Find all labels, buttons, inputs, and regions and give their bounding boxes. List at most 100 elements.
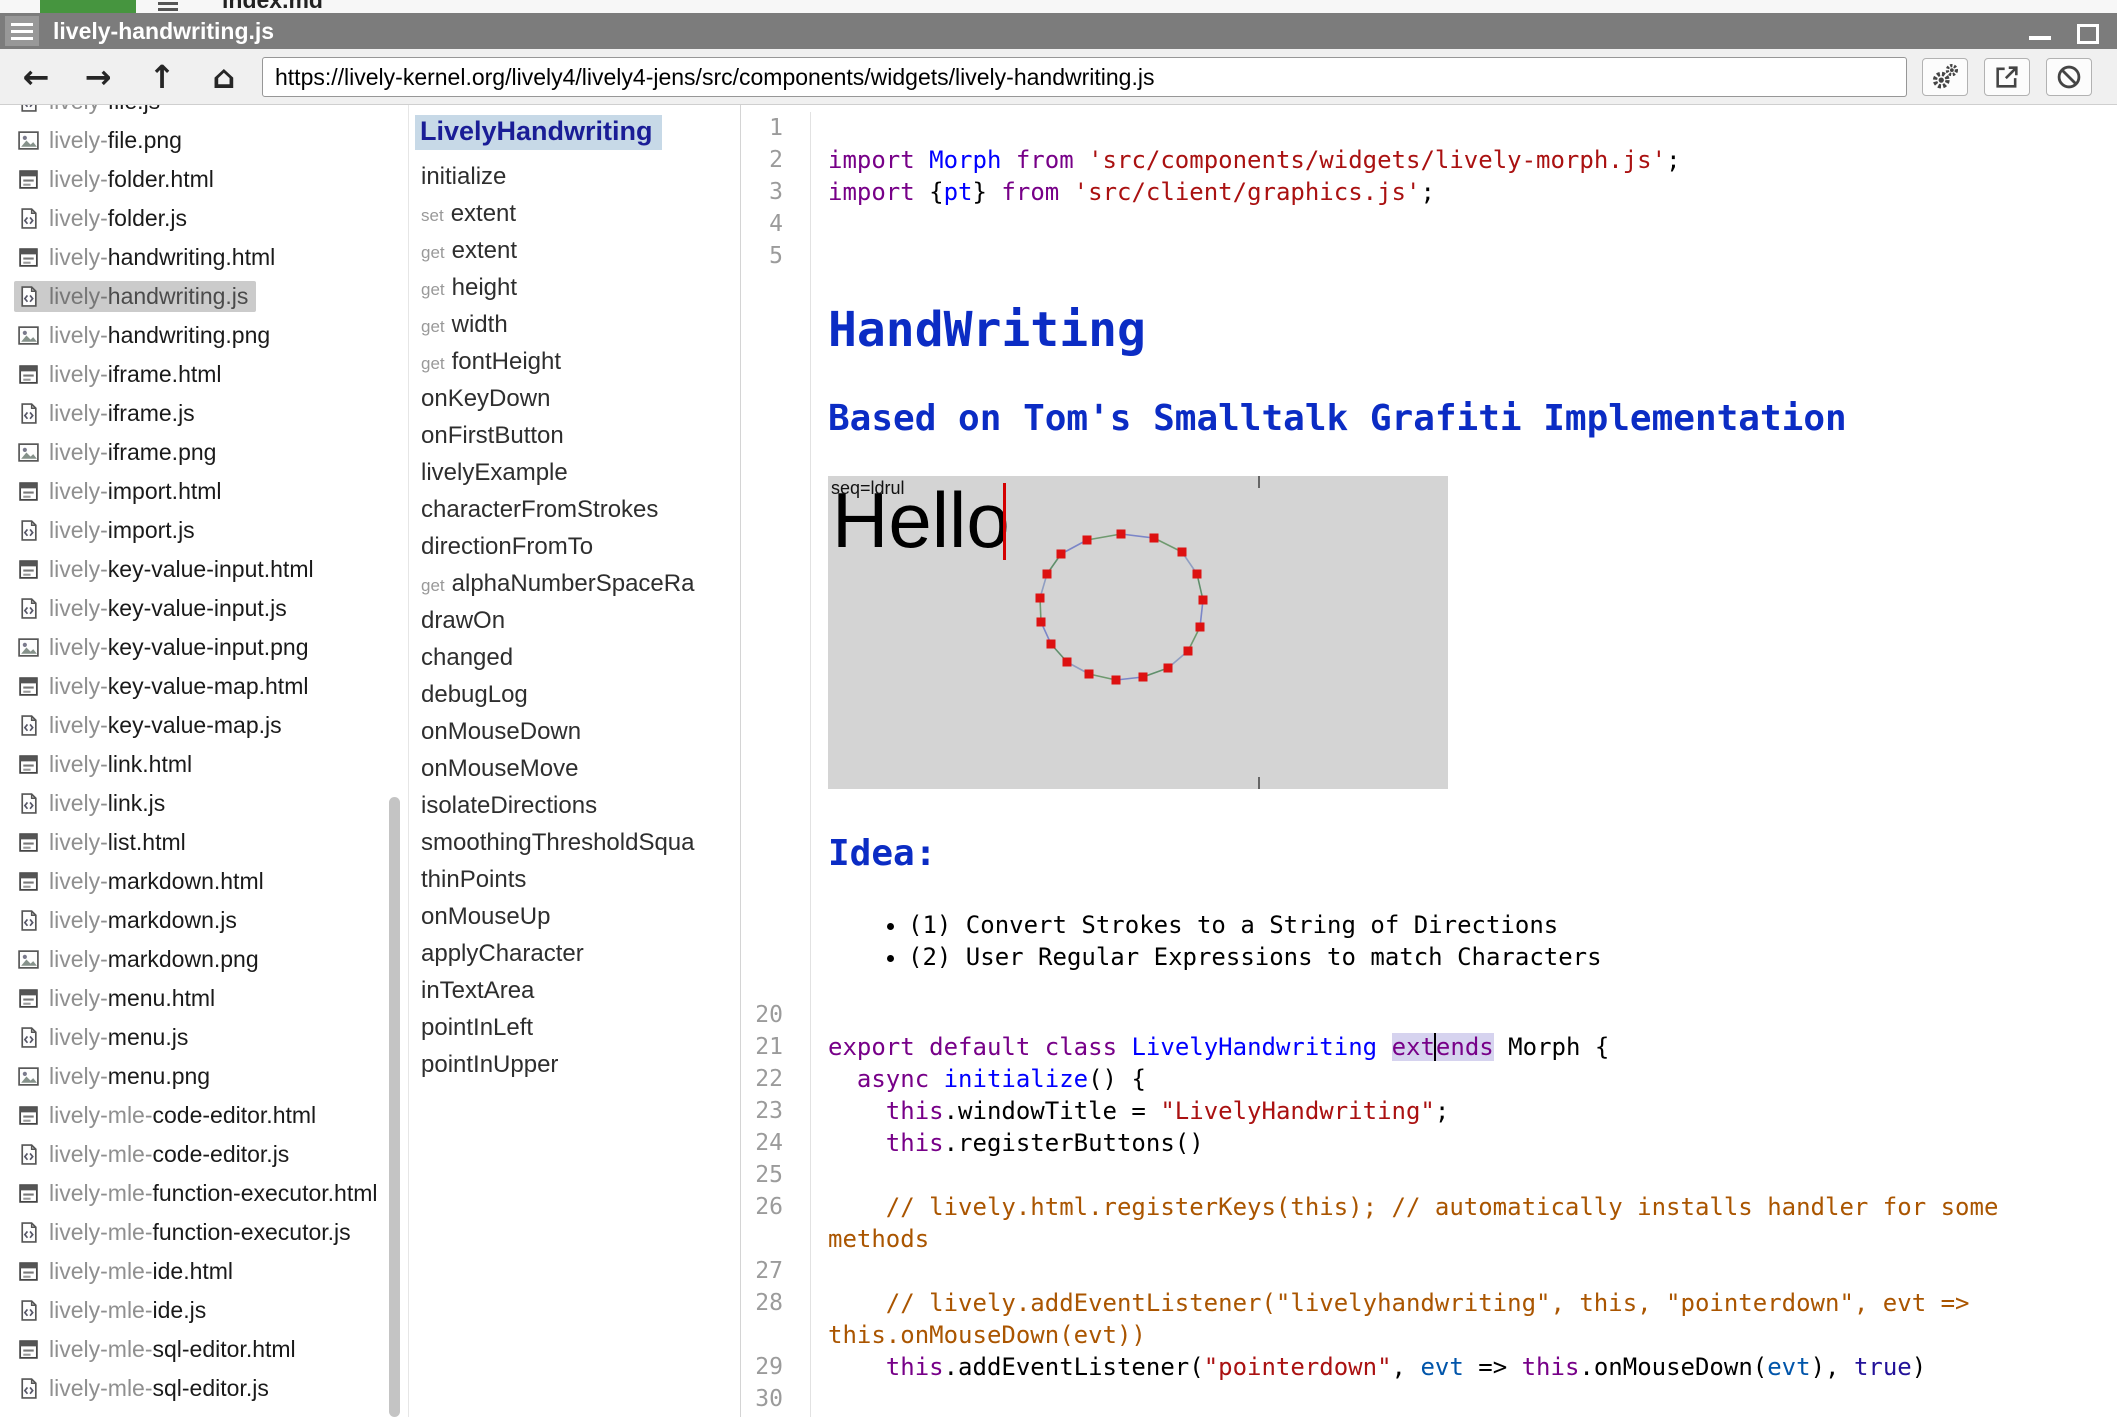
file-list-item[interactable]: lively-link.js (0, 784, 408, 823)
code-line[interactable]: import {pt} from 'src/client/graphics.js… (811, 176, 2070, 208)
code-line[interactable] (811, 1159, 2070, 1191)
settings-button[interactable] (1922, 58, 1968, 96)
outline-method-item[interactable]: thinPoints (409, 861, 740, 898)
file-type-icon (17, 1143, 40, 1166)
outline-method-item[interactable]: onMouseDown (409, 713, 740, 750)
file-name: lively-file.js (49, 105, 160, 115)
file-list-item[interactable]: lively-markdown.js (0, 901, 408, 940)
outline-method-item[interactable]: pointInUpper (409, 1046, 740, 1083)
url-input[interactable] (262, 57, 1907, 97)
file-list-item[interactable]: lively-mle-sql-editor.js (0, 1369, 408, 1408)
file-list-item[interactable]: lively-list.html (0, 823, 408, 862)
maximize-button[interactable] (2075, 18, 2101, 44)
file-list-item[interactable]: lively-menu.js (0, 1018, 408, 1057)
js-file-icon (17, 285, 40, 308)
code-line[interactable]: // lively.addEventListener("livelyhandwr… (811, 1287, 2070, 1351)
file-list-item[interactable]: lively-folder.html (0, 160, 408, 199)
method-name: drawOn (421, 607, 505, 634)
file-list-item[interactable]: lively-import.html (0, 472, 408, 511)
file-list-item[interactable]: lively-handwriting.png (0, 316, 408, 355)
outline-method-item[interactable]: livelyExample (409, 454, 740, 491)
file-list-item[interactable]: lively-handwriting.html (0, 238, 408, 277)
code-line[interactable] (811, 999, 2070, 1031)
outline-method-item[interactable]: characterFromStrokes (409, 491, 740, 528)
file-list-item[interactable]: lively-markdown.png (0, 940, 408, 979)
code-line[interactable]: export default class LivelyHandwriting e… (811, 1031, 2070, 1063)
open-external-button[interactable] (1984, 58, 2030, 96)
outline-method-item[interactable]: debugLog (409, 676, 740, 713)
code-line[interactable]: // lively.html.registerKeys(this); // au… (811, 1191, 2070, 1255)
code-line[interactable]: this.registerButtons() (811, 1127, 2070, 1159)
file-list-item[interactable]: lively-menu.png (0, 1057, 408, 1096)
outline-method-item[interactable]: getfontHeight (409, 343, 740, 380)
code-line[interactable] (811, 240, 2070, 272)
back-button[interactable]: ← (12, 57, 60, 97)
outline-class-name[interactable]: LivelyHandwriting (415, 115, 662, 150)
file-list-item[interactable]: lively-mle-function-executor.js (0, 1213, 408, 1252)
file-list-item[interactable]: lively-markdown.html (0, 862, 408, 901)
file-panel-scrollbar-thumb[interactable] (389, 797, 400, 1417)
outline-method-item[interactable]: setextent (409, 195, 740, 232)
file-list-item[interactable]: lively-link.html (0, 745, 408, 784)
file-list-item[interactable]: lively-import.js (0, 511, 408, 550)
background-window-titlebar[interactable]: index.md (0, 0, 2117, 13)
file-list-item[interactable]: lively-mle-code-editor.js (0, 1135, 408, 1174)
minimize-button[interactable] (2027, 18, 2053, 44)
outline-method-item[interactable]: onMouseMove (409, 750, 740, 787)
code-line-row: 21 export default class LivelyHandwritin… (741, 1031, 2117, 1063)
outline-method-item[interactable]: onKeyDown (409, 380, 740, 417)
forward-button[interactable]: → (74, 57, 122, 97)
window-titlebar[interactable]: lively-handwriting.js (0, 13, 2117, 49)
code-line[interactable]: this.addEventListener("pointerdown", evt… (811, 1351, 2070, 1383)
code-line[interactable] (811, 1383, 2070, 1415)
file-list-item[interactable]: lively-handwriting.js (0, 277, 408, 316)
outline-method-item[interactable]: smoothingThresholdSqua (409, 824, 740, 861)
file-list-item[interactable]: lively-mle-ide.js (0, 1291, 408, 1330)
block-button[interactable] (2046, 58, 2092, 96)
home-button[interactable]: ⌂ (200, 57, 248, 97)
file-list-item[interactable]: lively-folder.js (0, 199, 408, 238)
outline-method-item[interactable]: onMouseUp (409, 898, 740, 935)
file-name: lively-list.html (49, 829, 186, 856)
outline-method-item[interactable]: getheight (409, 269, 740, 306)
outline-method-item[interactable]: getwidth (409, 306, 740, 343)
outline-method-item[interactable]: isolateDirections (409, 787, 740, 824)
outline-method-item[interactable]: initialize (409, 158, 740, 195)
file-list-item[interactable]: lively-mle-function-executor.html (0, 1174, 408, 1213)
outline-method-item[interactable]: getalphaNumberSpaceRa (409, 565, 740, 602)
outline-method-item[interactable]: directionFromTo (409, 528, 740, 565)
file-list-item[interactable]: lively-key-value-map.html (0, 667, 408, 706)
file-list-item[interactable]: lively-iframe.html (0, 355, 408, 394)
html-file-icon (17, 753, 40, 776)
file-list-item[interactable]: lively-mle-ide.html (0, 1252, 408, 1291)
file-list-item[interactable]: lively-key-value-input.png (0, 628, 408, 667)
code-line[interactable]: import Morph from 'src/components/widget… (811, 144, 2070, 176)
outline-method-item[interactable]: changed (409, 639, 740, 676)
outline-method-item[interactable]: drawOn (409, 602, 740, 639)
outline-method-item[interactable]: pointInLeft (409, 1009, 740, 1046)
code-line[interactable] (811, 208, 2070, 240)
file-list-item[interactable]: lively-menu.html (0, 979, 408, 1018)
file-name: lively-mle-function-executor.js (49, 1219, 351, 1246)
code-line[interactable] (811, 1255, 2070, 1287)
code-line[interactable] (811, 112, 2070, 144)
outline-list: initialize setextent getextent getheight… (409, 158, 740, 1083)
outline-method-item[interactable]: getextent (409, 232, 740, 269)
outline-method-item[interactable]: inTextArea (409, 972, 740, 1009)
file-list-item[interactable]: lively-key-value-input.html (0, 550, 408, 589)
file-list-item[interactable]: lively-key-value-input.js (0, 589, 408, 628)
file-list-item[interactable]: lively-key-value-map.js (0, 706, 408, 745)
file-list-item[interactable]: lively-file.js (0, 105, 408, 121)
outline-method-item[interactable]: onFirstButton (409, 417, 740, 454)
window-menu-button[interactable] (5, 16, 39, 46)
code-line[interactable]: async initialize() { (811, 1063, 2070, 1095)
file-list-item[interactable]: lively-file.png (0, 121, 408, 160)
file-list-item[interactable]: lively-iframe.png (0, 433, 408, 472)
outline-method-item[interactable]: applyCharacter (409, 935, 740, 972)
file-list-item[interactable]: lively-mle-sql-editor.html (0, 1330, 408, 1369)
up-button[interactable]: ↑ (138, 57, 186, 97)
file-list-item[interactable]: lively-mle-code-editor.html (0, 1096, 408, 1135)
markdown-idea-heading: Idea: (828, 833, 2087, 875)
code-line[interactable]: this.windowTitle = "LivelyHandwriting"; (811, 1095, 2070, 1127)
file-list-item[interactable]: lively-iframe.js (0, 394, 408, 433)
